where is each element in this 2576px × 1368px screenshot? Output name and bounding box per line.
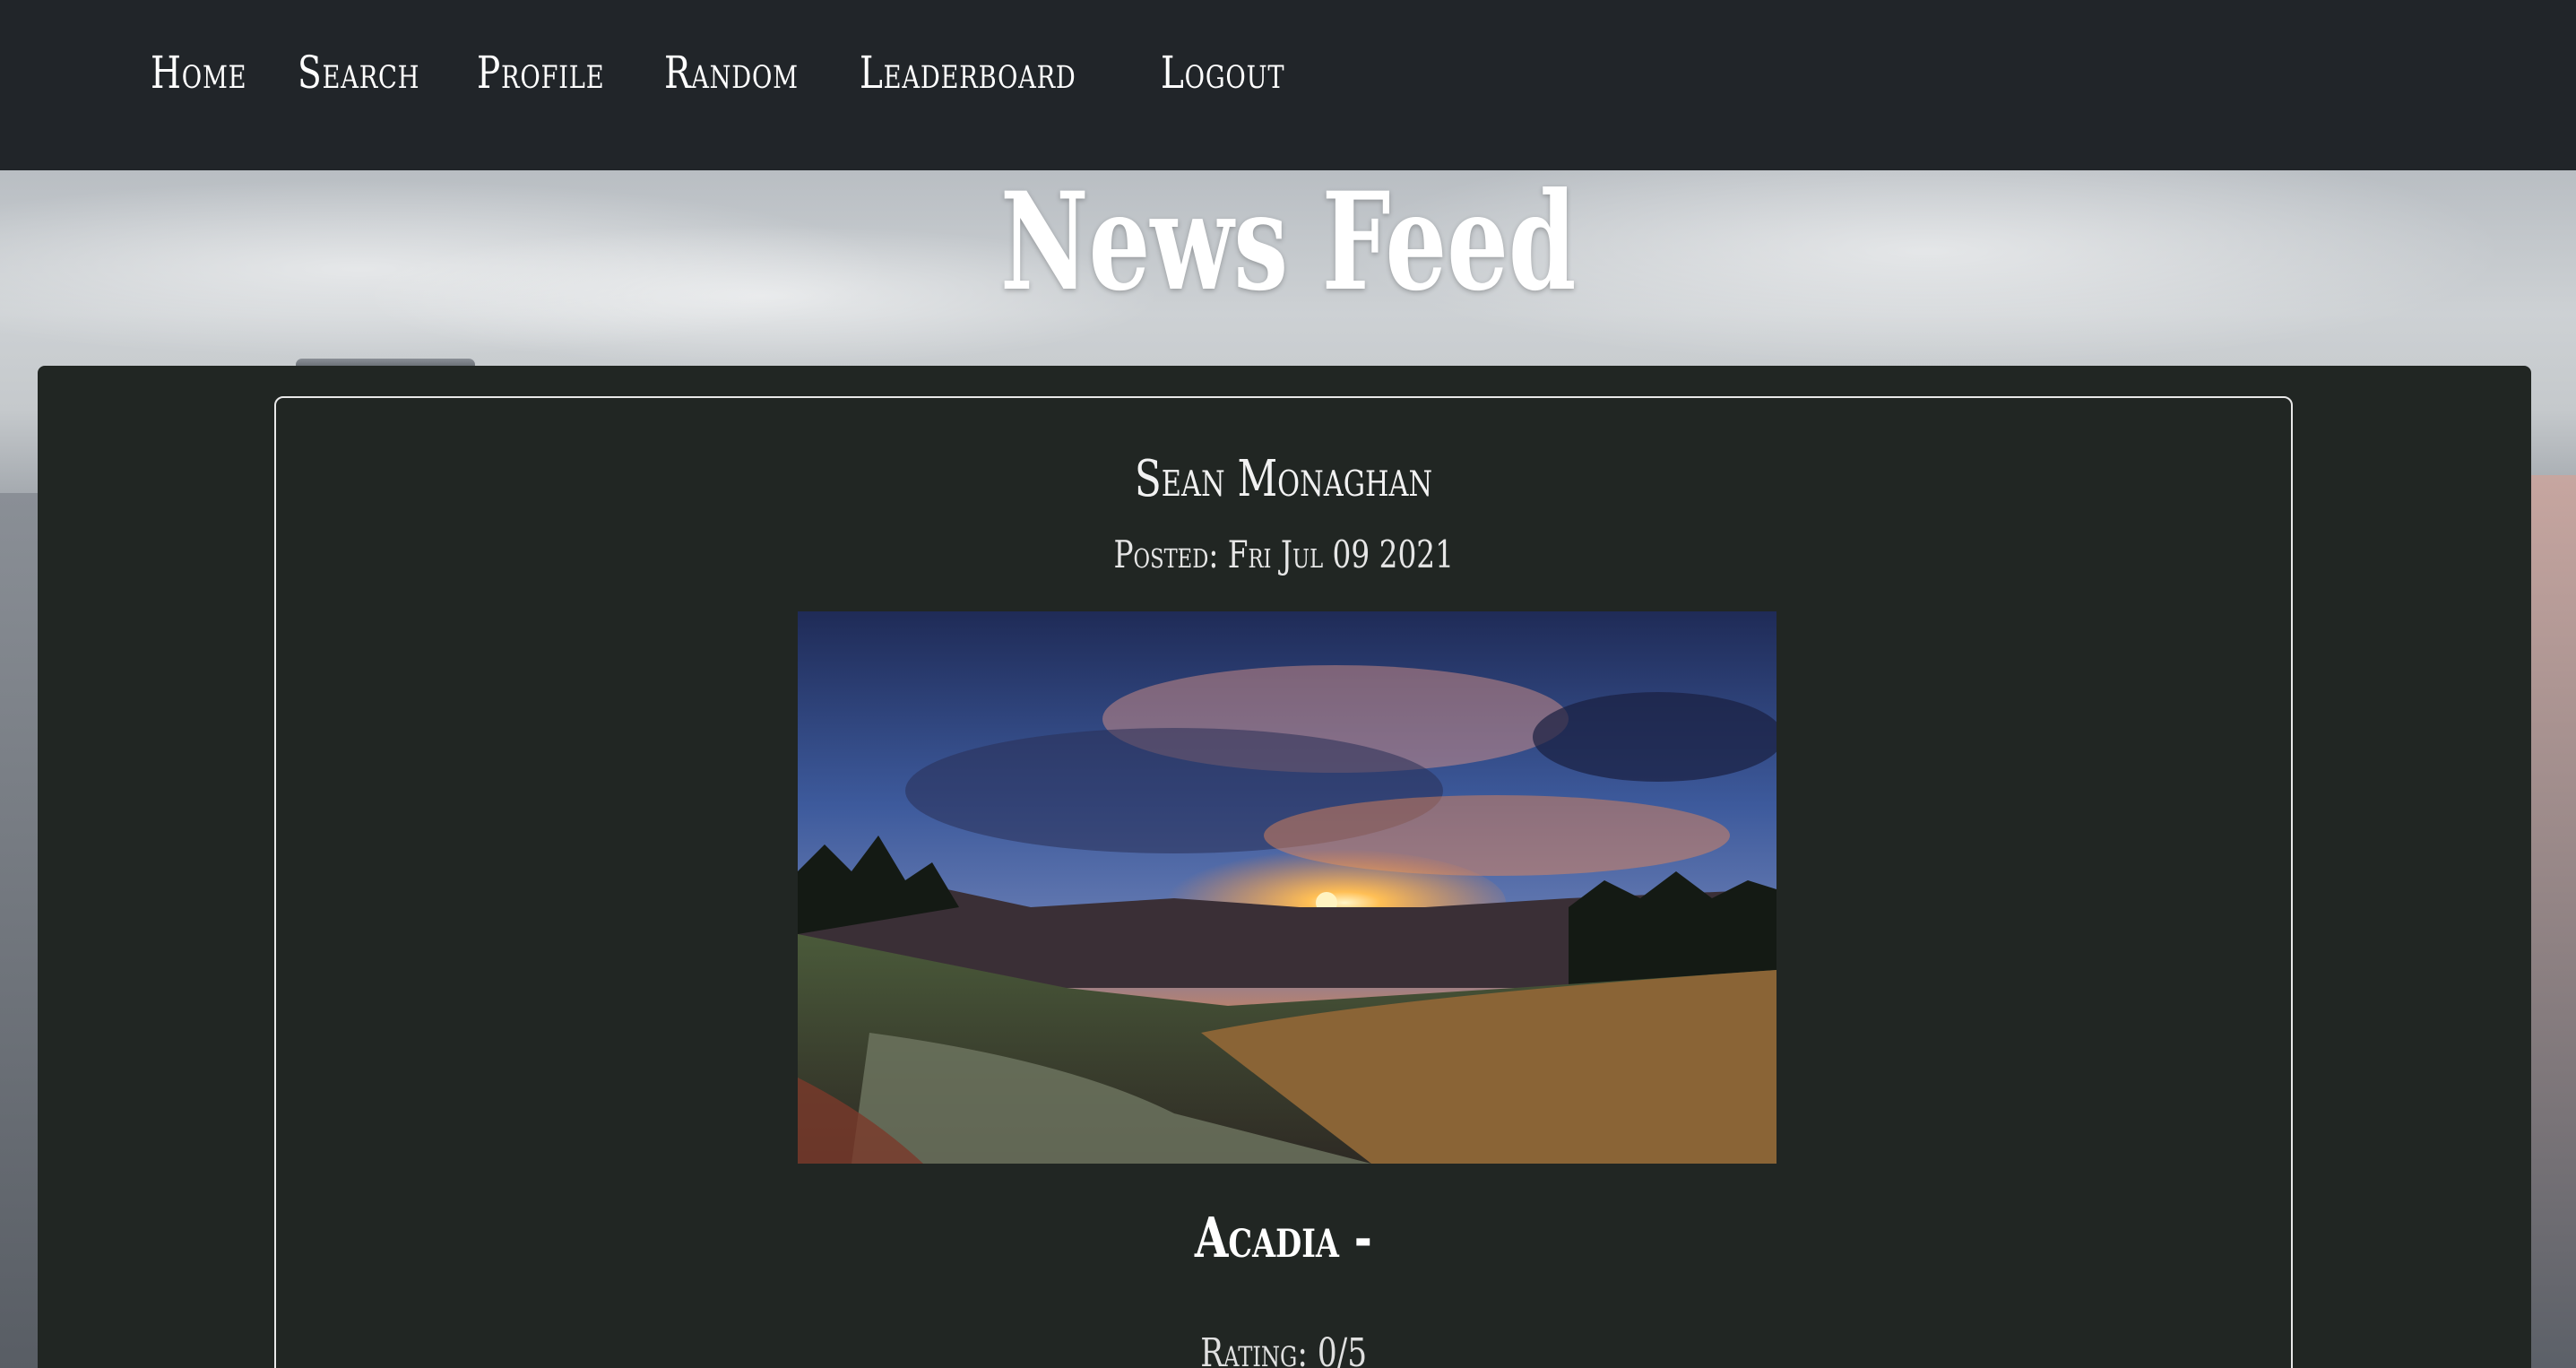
nav-item-random[interactable]: Random — [664, 47, 799, 99]
nav-item-home[interactable]: Home — [151, 47, 246, 99]
news-feed-panel: Sean Monaghan Posted: Fri Jul 09 2021 Ac… — [38, 366, 2531, 1368]
nav-item-search[interactable]: Search — [298, 47, 419, 99]
post-rating-text: Rating: 0/5 — [1200, 1330, 1367, 1368]
nav-menu: Home Search Profile Random Leaderboard L… — [151, 47, 1284, 99]
post-author-name[interactable]: Sean Monaghan — [1135, 450, 1432, 508]
page-root: Home Search Profile Random Leaderboard L… — [0, 0, 2576, 1368]
nav-item-profile[interactable]: Profile — [477, 47, 604, 99]
post-rating: Rating: 0/5 — [276, 1330, 2291, 1368]
top-navbar: Home Search Profile Random Leaderboard L… — [0, 0, 2576, 170]
post-photo[interactable] — [798, 611, 1776, 1164]
post-date-text: Posted: Fri Jul 09 2021 — [1113, 532, 1454, 576]
post-author: Sean Monaghan — [276, 450, 2291, 508]
sunset-landscape-photo-icon — [798, 611, 1776, 1164]
nav-item-leaderboard[interactable]: Leaderboard — [860, 47, 1076, 99]
post-title-text: Acadia - — [1195, 1205, 1372, 1270]
page-title: News Feed — [0, 161, 2576, 323]
nav-item-logout[interactable]: Logout — [1161, 47, 1284, 99]
post-date: Posted: Fri Jul 09 2021 — [276, 532, 2291, 576]
post-title: Acadia - — [276, 1205, 2291, 1270]
post-card: Sean Monaghan Posted: Fri Jul 09 2021 Ac… — [274, 396, 2293, 1368]
page-title-text: News Feed — [999, 163, 1577, 321]
